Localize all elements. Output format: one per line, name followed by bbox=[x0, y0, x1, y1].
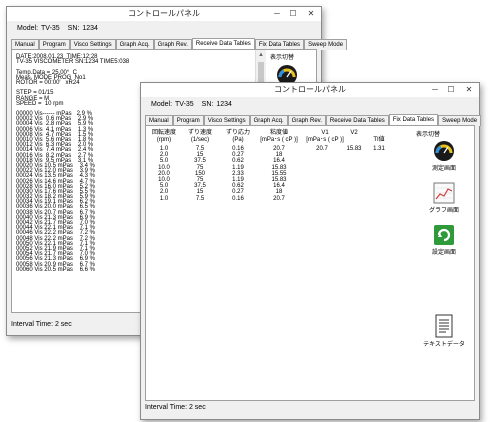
col-header-title: ずり速度 bbox=[187, 130, 212, 136]
col-header-unit: (Pa) bbox=[232, 137, 244, 143]
col-header-viscosity: 粘度値 [mPa･s ( cP )] bbox=[254, 130, 304, 144]
col-header-ti: TI値 bbox=[368, 137, 390, 144]
measurement-screen-button[interactable]: 測定画面 bbox=[422, 140, 466, 172]
minimize-button[interactable]: ─ bbox=[269, 7, 285, 21]
col-header-v2: V2 bbox=[342, 130, 366, 137]
col-header-title: TI値 bbox=[373, 137, 385, 143]
col-header-unit: [mPa･s ( cP )] bbox=[306, 137, 344, 143]
gauge-icon bbox=[434, 141, 454, 161]
device-info-bar: Model: TV-35 SN: 1234 bbox=[11, 22, 317, 35]
table-cell: 20.7 bbox=[273, 195, 285, 202]
chart-icon bbox=[433, 182, 455, 204]
model-value: TV-35 bbox=[175, 101, 194, 108]
window-title: コントロールパネル bbox=[274, 85, 346, 94]
status-bar: Interval Time: 2 sec bbox=[145, 404, 206, 411]
received-data-text: DATE:2008.01.23 TIME:12:28 TV-35 VISCOMET… bbox=[16, 54, 130, 273]
display-switch-label: 表示切替 bbox=[416, 132, 441, 138]
text-data-label: テキストデータ bbox=[423, 342, 465, 348]
close-button[interactable]: ✕ bbox=[459, 83, 479, 97]
col-header-title: 粘度値 bbox=[269, 130, 288, 136]
table-cell: 1.0 bbox=[159, 195, 169, 202]
text-data-button[interactable]: テキストデータ bbox=[422, 314, 466, 348]
col-header-title: ずり応力 bbox=[225, 130, 250, 136]
col-header-title: V2 bbox=[350, 130, 358, 136]
received-data-line: 00060 Vis 20.5 mPas 6.6 % bbox=[16, 266, 95, 273]
close-button[interactable]: ✕ bbox=[301, 7, 321, 21]
settings-screen-label: 設定画面 bbox=[431, 250, 456, 256]
title-bar: コントロールパネル ─ ☐ ✕ bbox=[141, 83, 479, 97]
display-switch-panel: 表示切替 測定画面 グラフ画面 設定画面 テキストデータ bbox=[414, 126, 474, 400]
settings-screen-button[interactable]: 設定画面 bbox=[422, 224, 466, 256]
measurement-screen-label: 測定画面 bbox=[431, 166, 456, 172]
v1-value: 20.7 bbox=[316, 146, 328, 152]
v2-value: 15.83 bbox=[346, 146, 362, 152]
col-header-unit: (rpm) bbox=[156, 137, 172, 143]
tab-strip: Manual Program Visco Settings Graph Acq.… bbox=[145, 114, 482, 126]
title-bar: コントロールパネル ─ ☐ ✕ bbox=[7, 7, 321, 21]
front-control-panel-window: コントロールパネル ─ ☐ ✕ Model: TV-35 SN: 1234 Manu… bbox=[140, 82, 482, 420]
model-label: Model: bbox=[17, 25, 39, 32]
col-header-title: 回転速度 bbox=[151, 130, 176, 136]
sn-value: 1234 bbox=[216, 101, 232, 108]
model-value: TV-35 bbox=[41, 25, 60, 32]
table-cell: 7.5 bbox=[195, 195, 205, 202]
sn-label: SN: bbox=[67, 25, 80, 32]
graph-screen-button[interactable]: グラフ画面 bbox=[422, 182, 466, 214]
maximize-button[interactable]: ☐ bbox=[443, 83, 459, 97]
col-header-rpm: 回転速度 (rpm) bbox=[148, 130, 180, 144]
tab-strip: Manual Program Visco Settings Graph Acq.… bbox=[11, 38, 348, 50]
model-label: Model: bbox=[151, 101, 173, 108]
sn-label: SN: bbox=[201, 101, 214, 108]
col-header-unit: [mPa･s ( cP )] bbox=[260, 137, 298, 143]
window-title: コントロールパネル bbox=[128, 9, 200, 18]
device-info-bar: Model: TV-35 SN: 1234 bbox=[145, 98, 475, 111]
display-switch-label: 表示切替 bbox=[270, 55, 295, 61]
col-header-shear-stress: ずり応力 (Pa) bbox=[224, 130, 252, 144]
scroll-up-arrow-icon[interactable]: ▲ bbox=[256, 50, 266, 60]
fix-data-table-panel: 回転速度 (rpm) ずり速度 (1/sec) ずり応力 (Pa) 粘度値 [m… bbox=[145, 125, 475, 401]
status-bar: Interval Time: 2 sec bbox=[11, 321, 72, 328]
settings-icon bbox=[434, 225, 454, 245]
table-cell: 0.16 bbox=[232, 195, 244, 202]
col-header-unit: (1/sec) bbox=[190, 137, 210, 143]
document-icon bbox=[435, 314, 453, 338]
minimize-button[interactable]: ─ bbox=[427, 83, 443, 97]
graph-screen-label: グラフ画面 bbox=[428, 208, 459, 214]
received-data-line: TV-35 VISCOMETER SN:1234 TIME5:038 bbox=[16, 59, 130, 66]
maximize-button[interactable]: ☐ bbox=[285, 7, 301, 21]
col-header-shear-rate: ずり速度 (1/sec) bbox=[184, 130, 216, 144]
ti-value: 1.31 bbox=[373, 146, 385, 152]
sn-value: 1234 bbox=[82, 25, 98, 32]
